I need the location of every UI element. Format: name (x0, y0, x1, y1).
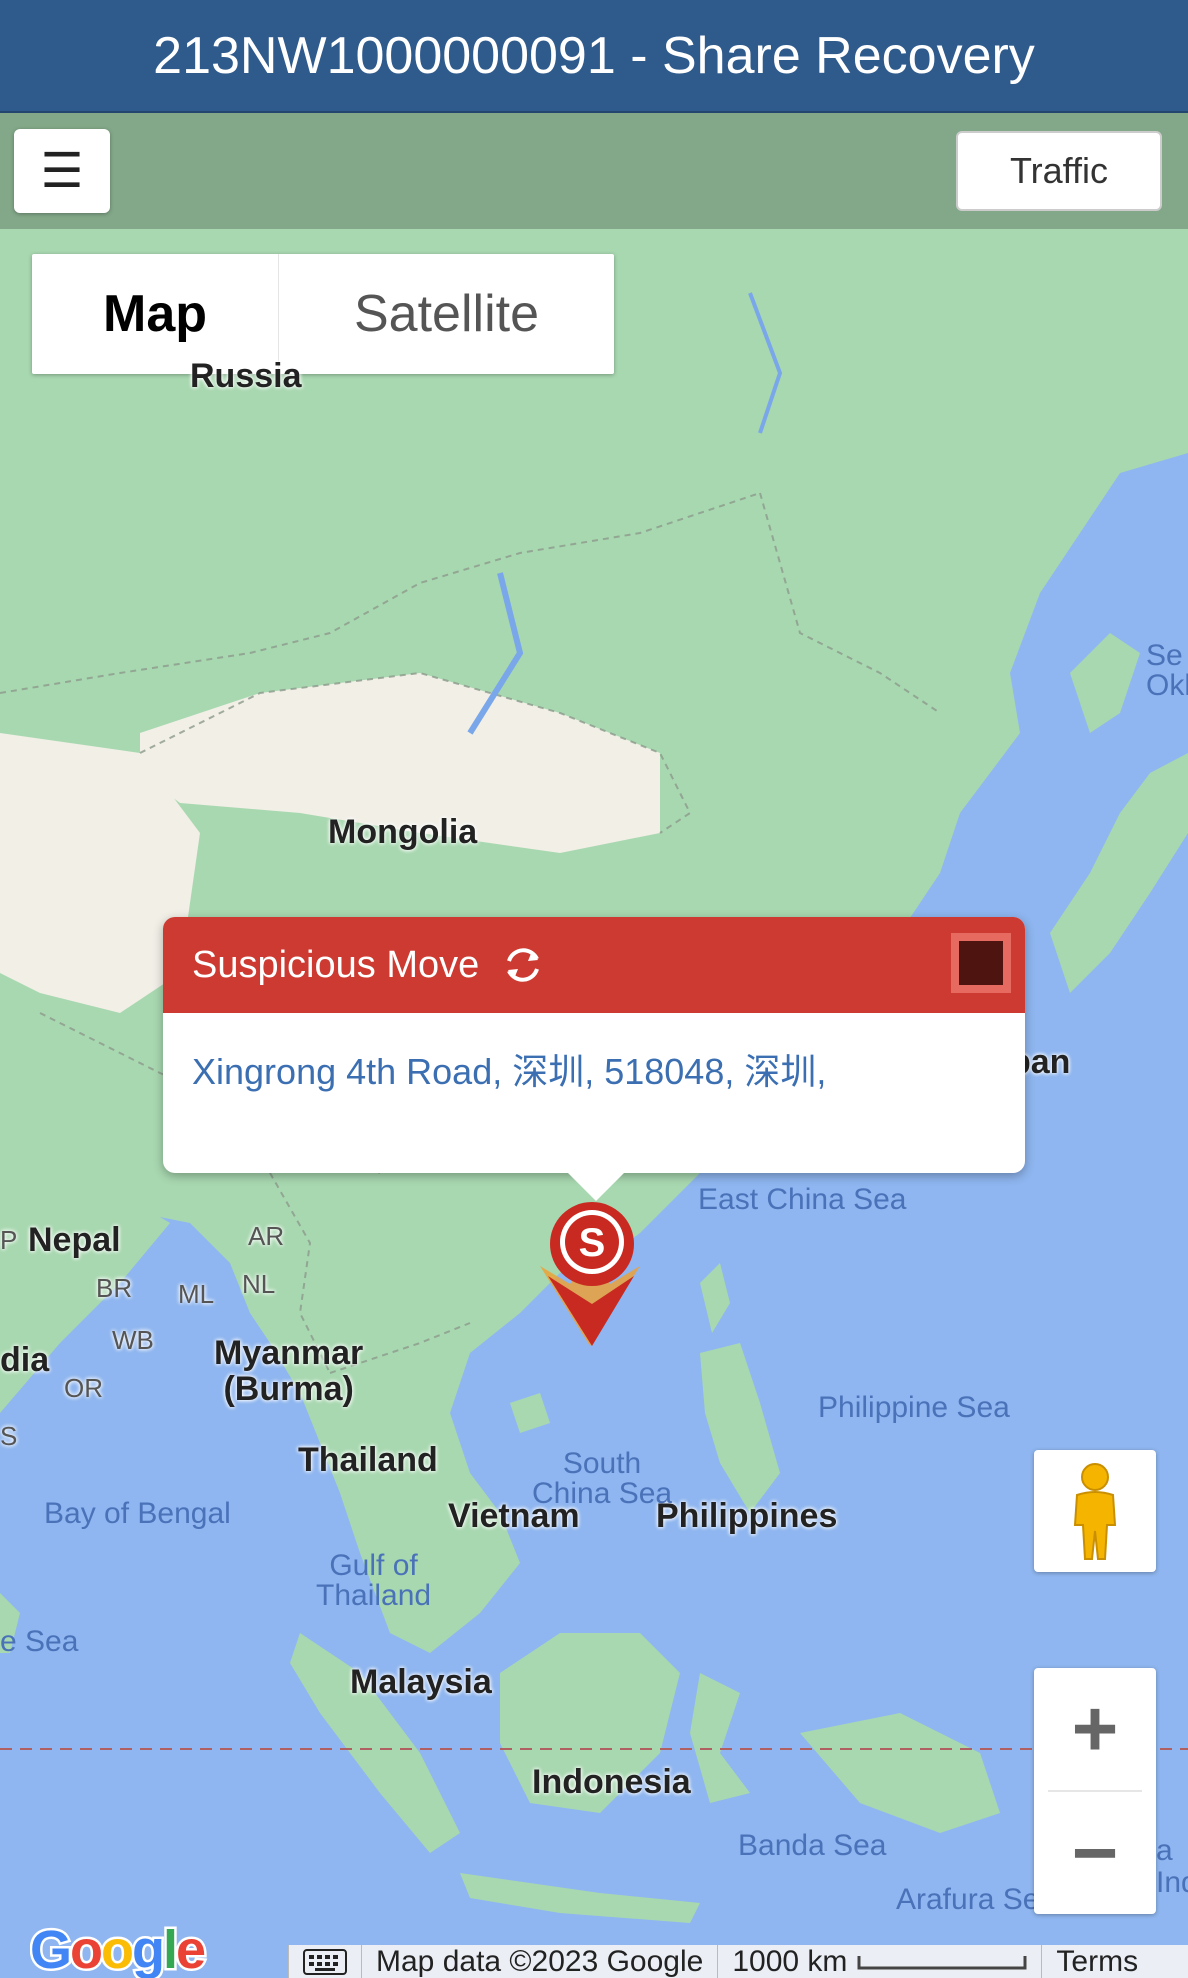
location-marker[interactable]: S (530, 1196, 650, 1346)
label-russia: Russia (190, 357, 302, 395)
map-type-satellite-button[interactable]: Satellite (279, 254, 614, 374)
label-indonesia: Indonesia (532, 1763, 691, 1801)
popup-address[interactable]: Xingrong 4th Road, 深圳, 518048, 深圳, (163, 1013, 1025, 1125)
refresh-icon[interactable] (501, 943, 545, 987)
label-philippines: Philippines (656, 1497, 838, 1535)
menu-button[interactable]: ☰ (14, 129, 110, 213)
label-nepal-p: P (0, 1225, 18, 1255)
label-arafura-sea: Arafura Se (896, 1883, 1040, 1916)
popup-header: Suspicious Move (163, 917, 1025, 1013)
alert-popup: Suspicious Move Xingrong 4th Road, 深圳, 5… (163, 917, 1025, 1201)
label-india: dia (0, 1341, 50, 1379)
map-canvas[interactable]: ☰ Traffic Map Satellite Russia Mongolia … (0, 113, 1188, 1978)
label-sea-of-okhotsk: Se Okl (1146, 639, 1188, 702)
label-gulf-of-thailand: Gulf of Thailand (316, 1549, 432, 1612)
popup-title: Suspicious Move (192, 943, 480, 986)
page-header: 213NW1000000091 - Share Recovery (0, 0, 1188, 113)
traffic-label: Traffic (1009, 150, 1108, 191)
close-square-icon[interactable] (951, 933, 1011, 993)
svg-text:Google: Google (30, 1920, 205, 1978)
marker-letter: S (579, 1221, 606, 1265)
google-logo: Google Google (28, 1918, 210, 1978)
traffic-button[interactable]: Traffic (956, 131, 1162, 211)
scale-bar (857, 1955, 1027, 1969)
label-wb: WB (112, 1325, 154, 1355)
label-s: S (0, 1421, 18, 1451)
label-br: BR (96, 1273, 133, 1303)
terms-link[interactable]: Terms (1041, 1945, 1152, 1978)
map-attribution: Map data ©2023 Google (361, 1945, 717, 1978)
keyboard-icon[interactable] (288, 1945, 361, 1978)
label-nepal: Nepal (28, 1221, 121, 1259)
label-nl: NL (242, 1269, 276, 1299)
label-philippine-sea: Philippine Sea (818, 1391, 1010, 1424)
scale-label: 1000 km (732, 1944, 848, 1978)
label-thailand: Thailand (298, 1441, 438, 1479)
zoom-control: + − (1034, 1668, 1156, 1914)
label-banda-sea: Banda Sea (738, 1829, 887, 1862)
label-myanmar: Myanmar (Burma) (214, 1334, 364, 1408)
label-south-china-sea: South China Sea (532, 1447, 673, 1510)
zoom-out-button[interactable]: − (1034, 1792, 1156, 1914)
page-title: 213NW1000000091 - Share Recovery (153, 26, 1035, 85)
pegman-icon (1073, 1463, 1117, 1560)
map-type-control: Map Satellite (32, 254, 614, 374)
map-footer: Map data ©2023 Google 1000 km Terms (288, 1945, 1188, 1978)
hamburger-icon: ☰ (40, 145, 84, 198)
label-e-sea: e Sea (0, 1625, 79, 1658)
label-ar: AR (248, 1221, 285, 1251)
label-east-china-sea: East China Sea (698, 1183, 907, 1216)
label-a-ind: a Ind (1156, 1834, 1188, 1899)
map-type-map-button[interactable]: Map (32, 254, 279, 374)
zoom-in-button[interactable]: + (1034, 1668, 1156, 1790)
label-mongolia: Mongolia (328, 813, 478, 851)
label-or: OR (64, 1373, 103, 1403)
label-malaysia: Malaysia (350, 1663, 492, 1701)
street-view-pegman[interactable] (1034, 1450, 1156, 1572)
map-scale[interactable]: 1000 km (717, 1945, 1041, 1978)
label-bay-of-bengal: Bay of Bengal (44, 1497, 231, 1530)
label-ml: ML (178, 1279, 215, 1309)
